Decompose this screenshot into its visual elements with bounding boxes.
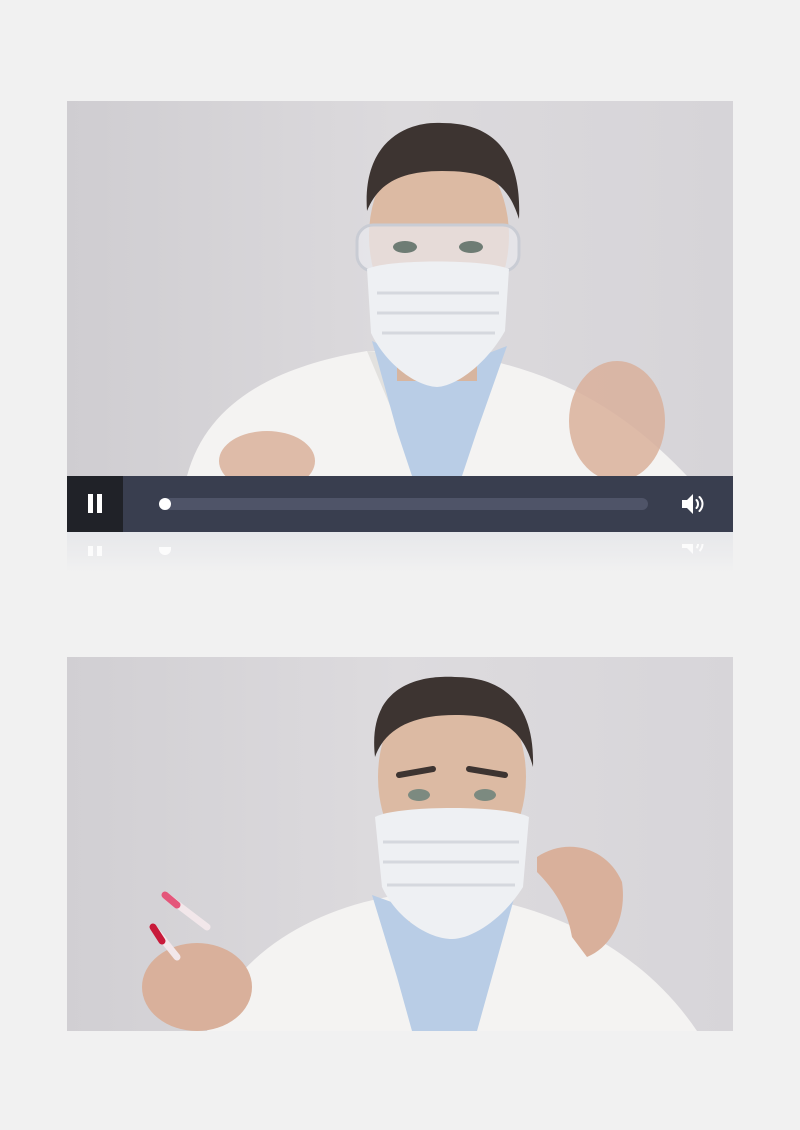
speaker-volume-icon	[682, 494, 704, 514]
progress-bar[interactable]	[159, 498, 648, 510]
video-control-bar	[67, 476, 733, 532]
video-frame-bottom[interactable]	[67, 657, 733, 1031]
pause-button[interactable]	[67, 476, 123, 532]
control-bar-reflection	[67, 532, 733, 572]
video-image-goggles	[67, 101, 733, 476]
video-image-test-tubes	[67, 657, 733, 1031]
video-frame-top[interactable]	[67, 101, 733, 476]
volume-button[interactable]	[679, 490, 707, 518]
progress-knob[interactable]	[159, 498, 171, 510]
